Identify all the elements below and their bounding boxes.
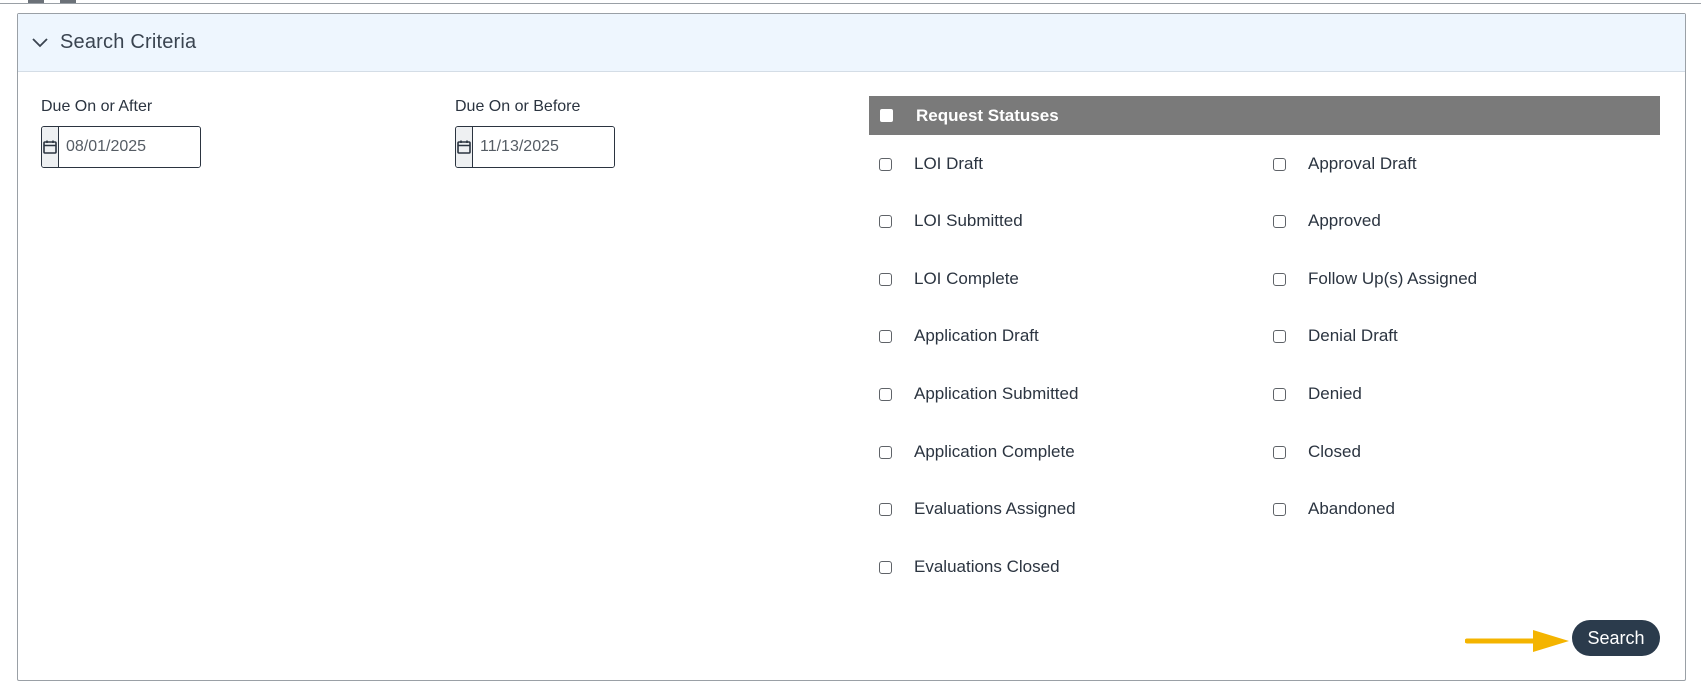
status-label: Application Submitted	[914, 384, 1079, 403]
status-option-loi-draft[interactable]: LOI Draft	[879, 154, 983, 174]
checkbox[interactable]	[879, 329, 892, 343]
status-label: Closed	[1308, 442, 1361, 461]
checkbox[interactable]	[879, 157, 892, 171]
checkbox[interactable]	[1273, 387, 1286, 401]
toolbar-stub	[60, 0, 76, 3]
request-statuses-title: Request Statuses	[916, 105, 1059, 125]
calendar-icon[interactable]	[42, 127, 59, 167]
checkbox[interactable]	[1273, 329, 1286, 343]
toolbar-stub	[28, 0, 44, 3]
status-label: Evaluations Assigned	[914, 499, 1076, 518]
checkbox[interactable]	[879, 387, 892, 401]
status-option-closed[interactable]: Closed	[1273, 442, 1361, 462]
request-statuses-header: Request Statuses	[869, 96, 1660, 135]
status-label: Evaluations Closed	[914, 557, 1060, 576]
checkbox[interactable]	[879, 272, 892, 286]
status-label: Denied	[1308, 384, 1362, 403]
status-option-loi-submitted[interactable]: LOI Submitted	[879, 211, 1023, 231]
search-criteria-header[interactable]: Search Criteria	[18, 14, 1685, 72]
status-option-follow-ups-assigned[interactable]: Follow Up(s) Assigned	[1273, 269, 1477, 289]
checkbox[interactable]	[1273, 214, 1286, 228]
status-label: Follow Up(s) Assigned	[1308, 269, 1478, 288]
checkbox[interactable]	[1273, 502, 1286, 516]
checkbox[interactable]	[1273, 445, 1286, 459]
calendar-icon[interactable]	[456, 127, 473, 167]
status-label: LOI Draft	[914, 154, 983, 173]
status-option-denied[interactable]: Denied	[1273, 384, 1362, 404]
status-label: Approval Draft	[1308, 154, 1417, 173]
status-label: LOI Submitted	[914, 211, 1023, 230]
chevron-down-icon[interactable]	[30, 33, 50, 53]
due-before-field	[455, 126, 615, 168]
status-option-approved[interactable]: Approved	[1273, 211, 1381, 231]
search-button[interactable]: Search	[1572, 620, 1660, 656]
checkbox[interactable]	[879, 214, 892, 228]
panel-title: Search Criteria	[60, 31, 197, 53]
due-after-label: Due On or After	[41, 98, 153, 115]
status-option-evaluations-assigned[interactable]: Evaluations Assigned	[879, 499, 1076, 519]
status-label: Abandoned	[1308, 499, 1395, 518]
checkbox[interactable]	[1273, 272, 1286, 286]
status-label: Application Complete	[914, 442, 1075, 461]
status-option-loi-complete[interactable]: LOI Complete	[879, 269, 1019, 289]
checkbox[interactable]	[1273, 157, 1286, 171]
status-option-evaluations-closed[interactable]: Evaluations Closed	[879, 557, 1060, 577]
top-border	[0, 0, 1701, 4]
status-label: Application Draft	[914, 326, 1039, 345]
due-after-field	[41, 126, 201, 168]
select-all-checkbox[interactable]	[880, 109, 893, 122]
status-option-application-submitted[interactable]: Application Submitted	[879, 384, 1078, 404]
checkbox[interactable]	[879, 560, 892, 574]
status-option-abandoned[interactable]: Abandoned	[1273, 499, 1395, 519]
status-option-application-draft[interactable]: Application Draft	[879, 326, 1039, 346]
status-option-approval-draft[interactable]: Approval Draft	[1273, 154, 1417, 174]
arrow-right-icon	[1465, 630, 1569, 652]
status-option-application-complete[interactable]: Application Complete	[879, 442, 1075, 462]
status-label: LOI Complete	[914, 269, 1019, 288]
checkbox[interactable]	[879, 445, 892, 459]
checkbox[interactable]	[879, 502, 892, 516]
status-label: Approved	[1308, 211, 1381, 230]
status-label: Denial Draft	[1308, 326, 1398, 345]
status-option-denial-draft[interactable]: Denial Draft	[1273, 326, 1398, 346]
due-before-input[interactable]	[473, 127, 614, 167]
due-after-input[interactable]	[59, 127, 200, 167]
due-before-label: Due On or Before	[455, 98, 581, 115]
